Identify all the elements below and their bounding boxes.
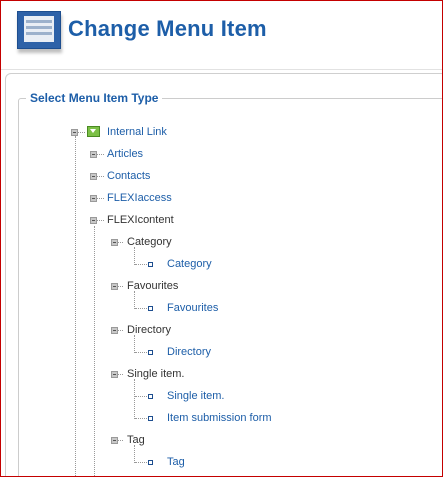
- tree-connector: [135, 396, 147, 397]
- tree-leaf-category[interactable]: Category: [167, 258, 212, 271]
- tree-connector: [134, 291, 135, 309]
- tree-connector: [134, 379, 135, 419]
- tree-connector: [135, 418, 147, 419]
- collapse-toggle-icon[interactable]: [111, 327, 118, 334]
- tree-leaf-directory[interactable]: Directory: [167, 346, 211, 359]
- tree-connector: [96, 198, 104, 199]
- tree-connector: [75, 136, 76, 476]
- leaf-node-icon: [148, 416, 153, 421]
- tree-connector: [134, 445, 135, 463]
- collapse-toggle-icon[interactable]: [111, 437, 118, 444]
- collapse-toggle-icon[interactable]: [111, 239, 118, 246]
- header-divider: [1, 69, 442, 70]
- tree-connector: [96, 220, 104, 221]
- leaf-node-icon: [148, 394, 153, 399]
- tree-connector: [96, 154, 104, 155]
- tree-group-tag[interactable]: Tag: [127, 434, 145, 447]
- leaf-node-icon: [148, 262, 153, 267]
- tree-connector: [135, 462, 147, 463]
- tree-node-flexicontent[interactable]: FLEXIcontent: [107, 214, 174, 227]
- tree-connector: [77, 132, 85, 133]
- collapse-toggle-icon[interactable]: [111, 283, 118, 290]
- fieldset-legend: Select Menu Item Type: [26, 91, 163, 105]
- tree-connector: [134, 247, 135, 265]
- collapse-toggle-icon[interactable]: [71, 129, 78, 136]
- leaf-node-icon: [148, 350, 153, 355]
- tree-group-directory[interactable]: Directory: [127, 324, 171, 337]
- tree-leaf-item-submission-form[interactable]: Item submission form: [167, 412, 272, 425]
- leaf-node-icon: [148, 306, 153, 311]
- tree-connector: [135, 308, 147, 309]
- tree-node-flexiaccess[interactable]: FLEXIaccess: [107, 192, 172, 205]
- tree-leaf-tag[interactable]: Tag: [167, 456, 185, 469]
- tree-leaf-single-item[interactable]: Single item.: [167, 390, 224, 403]
- collapse-toggle-icon[interactable]: [90, 217, 97, 224]
- tree-leaf-favourites[interactable]: Favourites: [167, 302, 218, 315]
- tree-node-contacts[interactable]: Contacts: [107, 170, 150, 183]
- tree-node-internal-link[interactable]: Internal Link: [107, 126, 167, 139]
- internal-link-icon: [87, 126, 100, 137]
- page-title: Change Menu Item: [68, 16, 267, 41]
- tree-connector: [135, 264, 147, 265]
- leaf-node-icon: [148, 460, 153, 465]
- expand-toggle-icon[interactable]: [90, 195, 97, 202]
- collapse-toggle-icon[interactable]: [111, 371, 118, 378]
- tree-connector: [134, 335, 135, 353]
- tree-connector: [135, 352, 147, 353]
- menu-manager-icon: [17, 11, 61, 49]
- change-menu-item-window: Change Menu Item Select Menu Item Type I…: [0, 0, 443, 477]
- tree-node-articles[interactable]: Articles: [107, 148, 143, 161]
- tree-group-favourites[interactable]: Favourites: [127, 280, 178, 293]
- expand-toggle-icon[interactable]: [90, 173, 97, 180]
- tree-group-single-item[interactable]: Single item.: [127, 368, 184, 381]
- expand-toggle-icon[interactable]: [90, 151, 97, 158]
- tree-group-category[interactable]: Category: [127, 236, 172, 249]
- tree-connector: [96, 176, 104, 177]
- page-header: Change Menu Item: [1, 1, 442, 61]
- tree-connector: [94, 226, 95, 476]
